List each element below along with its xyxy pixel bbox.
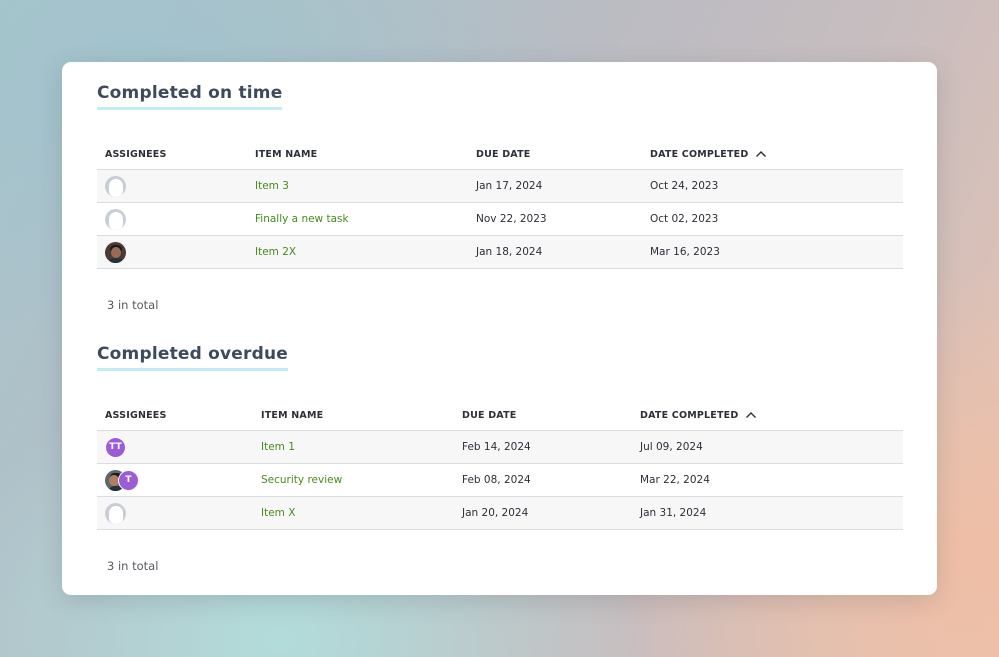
section-completed-on-time: Completed on time ASSIGNEES ITEM NAME DU… [97, 82, 903, 312]
table-row[interactable]: Finally a new task Nov 22, 2023 Oct 02, … [97, 203, 903, 236]
item-link[interactable]: Item 3 [255, 180, 289, 192]
table-row[interactable]: Item 3 Jan 17, 2024 Oct 24, 2023 [97, 170, 903, 203]
due-date-cell: Jan 20, 2024 [462, 507, 529, 519]
user-placeholder-icon [108, 178, 123, 197]
table-header: ASSIGNEES ITEM NAME DUE DATE DATE COMPLE… [97, 400, 903, 431]
avatar-placeholder[interactable] [105, 502, 126, 524]
date-completed-cell: Mar 16, 2023 [650, 246, 720, 258]
item-name-cell: Item 2X [255, 246, 476, 258]
total-count: 3 in total [107, 559, 159, 573]
completed-overdue-table: ASSIGNEES ITEM NAME DUE DATE DATE COMPLE… [97, 400, 903, 530]
table-row[interactable]: Item 2X Jan 18, 2024 Mar 16, 2023 [97, 236, 903, 269]
column-header-item-name[interactable]: ITEM NAME [261, 410, 462, 421]
chevron-up-icon[interactable] [755, 150, 767, 158]
table-row[interactable]: Item X Jan 20, 2024 Jan 31, 2024 [97, 497, 903, 530]
item-name-cell: Security review [261, 474, 462, 486]
column-header-item-name[interactable]: ITEM NAME [255, 149, 476, 160]
assignees-cell: T [97, 469, 261, 491]
avatar-stack[interactable]: T [105, 469, 139, 491]
column-header-due-date[interactable]: DUE DATE [462, 410, 640, 421]
item-link[interactable]: Security review [261, 474, 342, 486]
date-completed-cell: Oct 02, 2023 [650, 213, 719, 225]
table-row[interactable]: T Security review Feb 08, 2024 Mar 22, 2… [97, 464, 903, 497]
avatar-placeholder[interactable] [105, 175, 126, 197]
assignees-cell [97, 208, 255, 230]
due-date-cell: Feb 14, 2024 [462, 441, 531, 453]
date-completed-cell: Jan 31, 2024 [640, 507, 707, 519]
avatar-placeholder[interactable] [105, 208, 126, 230]
assignees-cell [97, 502, 261, 524]
column-header-assignees: ASSIGNEES [105, 409, 167, 421]
section-title: Completed on time [97, 82, 283, 110]
date-completed-cell: Mar 22, 2024 [640, 474, 710, 486]
item-name-cell: Item 1 [261, 441, 462, 453]
date-completed-cell: Oct 24, 2023 [650, 180, 719, 192]
column-header-date-completed-label: DATE COMPLETED [650, 148, 749, 160]
due-date-cell: Nov 22, 2023 [476, 213, 547, 225]
column-header-date-completed-label: DATE COMPLETED [640, 409, 739, 421]
avatar-initials[interactable]: T [118, 469, 139, 491]
table-header: ASSIGNEES ITEM NAME DUE DATE DATE COMPLE… [97, 139, 903, 170]
assignees-cell [97, 241, 255, 263]
report-card: Completed on time ASSIGNEES ITEM NAME DU… [62, 62, 937, 595]
item-link[interactable]: Finally a new task [255, 213, 349, 225]
item-link[interactable]: Item 1 [261, 441, 295, 453]
assignees-cell [97, 175, 255, 197]
avatar-shirt [107, 257, 125, 263]
assignees-cell: TT [97, 436, 261, 458]
avatar-photo[interactable] [105, 241, 126, 263]
column-header-date-completed[interactable]: DATE COMPLETED [650, 149, 903, 160]
item-link[interactable]: Item 2X [255, 246, 296, 258]
avatar-face [111, 246, 121, 258]
table-row[interactable]: TT Item 1 Feb 14, 2024 Jul 09, 2024 [97, 431, 903, 464]
completed-on-time-table: ASSIGNEES ITEM NAME DUE DATE DATE COMPLE… [97, 139, 903, 269]
item-link[interactable]: Item X [261, 507, 295, 519]
user-placeholder-icon [108, 211, 123, 230]
section-completed-overdue: Completed overdue ASSIGNEES ITEM NAME DU… [97, 343, 903, 573]
due-date-cell: Jan 18, 2024 [476, 246, 543, 258]
item-name-cell: Finally a new task [255, 213, 476, 225]
column-header-assignees: ASSIGNEES [105, 148, 167, 160]
total-count: 3 in total [107, 298, 159, 312]
due-date-cell: Jan 17, 2024 [476, 180, 543, 192]
item-name-cell: Item 3 [255, 180, 476, 192]
avatar-initials[interactable]: TT [105, 436, 126, 458]
column-header-due-date[interactable]: DUE DATE [476, 149, 650, 160]
chevron-up-icon[interactable] [745, 411, 757, 419]
item-name-cell: Item X [261, 507, 462, 519]
section-title: Completed overdue [97, 343, 289, 371]
user-placeholder-icon [108, 505, 123, 524]
date-completed-cell: Jul 09, 2024 [640, 441, 703, 453]
column-header-date-completed[interactable]: DATE COMPLETED [640, 410, 903, 421]
due-date-cell: Feb 08, 2024 [462, 474, 531, 486]
